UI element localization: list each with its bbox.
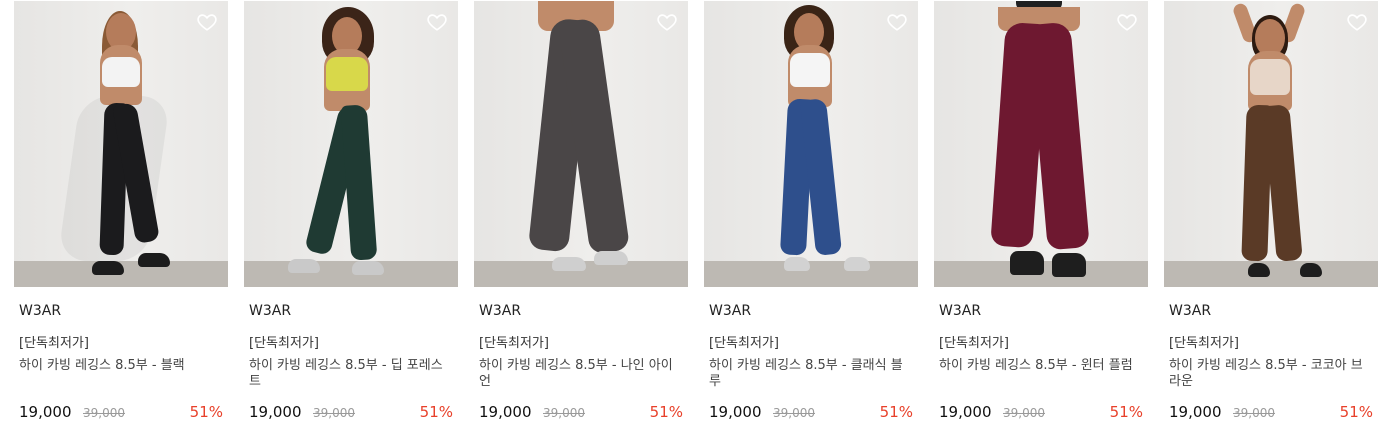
model-part [326,57,368,91]
heart-outline-icon [197,14,217,31]
product-image[interactable] [244,1,458,287]
product-badge: [단독최저가] [479,336,549,351]
model-part [1052,253,1086,277]
discount-rate: 51% [1109,403,1143,421]
model-part [102,57,140,87]
original-price: 39,000 [83,406,125,420]
model-figure [1164,1,1378,287]
model-part [92,261,124,275]
product-name[interactable]: 하이 카빙 레깅스 8.5부 - 코코아 브라운 [1169,358,1373,390]
product-brand[interactable]: W3AR [1169,303,1211,319]
product-name[interactable]: 하이 카빙 레깅스 8.5부 - 딥 포레스트 [249,358,453,390]
heart-outline-icon [657,14,677,31]
heart-outline-icon [887,14,907,31]
original-price: 39,000 [1003,406,1045,420]
model-part [1248,263,1270,277]
product-brand[interactable]: W3AR [19,303,61,319]
product-badge: [단독최저가] [709,336,779,351]
product-image[interactable] [1164,1,1378,287]
wishlist-heart-icon[interactable] [886,11,908,33]
sale-price: 19,000 [1169,403,1222,421]
model-part [1250,59,1290,95]
discount-rate: 51% [189,403,223,421]
model-part [352,261,384,275]
model-figure [244,1,458,287]
product-image[interactable] [474,1,688,287]
heart-outline-icon [1117,14,1137,31]
product-badge: [단독최저가] [19,336,89,351]
heart-outline-icon [427,14,447,31]
model-part [784,257,810,271]
sale-price: 19,000 [709,403,762,421]
model-part [844,257,870,271]
product-image[interactable] [14,1,228,287]
product-image[interactable] [934,1,1148,287]
product-card[interactable]: W3AR [단독최저가] 하이 카빙 레깅스 8.5부 - 윈터 플럼 19,0… [934,1,1148,441]
model-figure [704,1,918,287]
original-price: 39,000 [543,406,585,420]
product-brand[interactable]: W3AR [479,303,521,319]
product-brand[interactable]: W3AR [709,303,751,319]
original-price: 39,000 [313,406,355,420]
heart-outline-icon [427,14,447,31]
sale-price: 19,000 [249,403,302,421]
model-part [288,259,320,273]
product-badge: [단독최저가] [939,336,1009,351]
product-card[interactable]: W3AR [단독최저가] 하이 카빙 레깅스 8.5부 - 나인 아이언 19,… [474,1,688,441]
product-card[interactable]: W3AR [단독최저가] 하이 카빙 레깅스 8.5부 - 클래식 블루 19,… [704,1,918,441]
discount-rate: 51% [1339,403,1373,421]
product-card[interactable]: W3AR [단독최저가] 하이 카빙 레깅스 8.5부 - 블랙 19,000 … [14,1,228,441]
product-name[interactable]: 하이 카빙 레깅스 8.5부 - 블랙 [19,358,223,374]
model-part [138,253,170,267]
heart-outline-icon [197,14,217,31]
model-part [594,251,628,265]
original-price: 39,000 [1233,406,1275,420]
model-part [790,53,830,87]
product-card[interactable]: W3AR [단독최저가] 하이 카빙 레깅스 8.5부 - 코코아 브라운 19… [1164,1,1378,441]
model-figure [934,1,1148,287]
model-part [1300,263,1322,277]
wishlist-heart-icon[interactable] [196,11,218,33]
wishlist-heart-icon[interactable] [1116,11,1138,33]
sale-price: 19,000 [939,403,992,421]
discount-rate: 51% [879,403,913,421]
discount-rate: 51% [419,403,453,421]
wishlist-heart-icon[interactable] [426,11,448,33]
heart-outline-icon [1117,14,1137,31]
product-brand[interactable]: W3AR [249,303,291,319]
product-grid: W3AR [단독최저가] 하이 카빙 레깅스 8.5부 - 블랙 19,000 … [14,1,1378,441]
product-name[interactable]: 하이 카빙 레깅스 8.5부 - 클래식 블루 [709,358,913,390]
model-figure [14,1,228,287]
model-figure [474,1,688,287]
wishlist-heart-icon[interactable] [1346,11,1368,33]
model-part [1010,251,1044,275]
model-part [552,257,586,271]
sale-price: 19,000 [479,403,532,421]
model-part [340,104,378,261]
sale-price: 19,000 [19,403,72,421]
wishlist-heart-icon[interactable] [656,11,678,33]
heart-outline-icon [1347,14,1367,31]
heart-outline-icon [657,14,677,31]
product-name[interactable]: 하이 카빙 레깅스 8.5부 - 나인 아이언 [479,358,683,390]
heart-outline-icon [1347,14,1367,31]
heart-outline-icon [887,14,907,31]
product-card[interactable]: W3AR [단독최저가] 하이 카빙 레깅스 8.5부 - 딥 포레스트 19,… [244,1,458,441]
discount-rate: 51% [649,403,683,421]
product-brand[interactable]: W3AR [939,303,981,319]
product-badge: [단독최저가] [249,336,319,351]
model-part [1028,21,1090,251]
product-name[interactable]: 하이 카빙 레깅스 8.5부 - 윈터 플럼 [939,358,1143,374]
original-price: 39,000 [773,406,815,420]
model-part [1263,104,1303,262]
product-badge: [단독최저가] [1169,336,1239,351]
product-image[interactable] [704,1,918,287]
